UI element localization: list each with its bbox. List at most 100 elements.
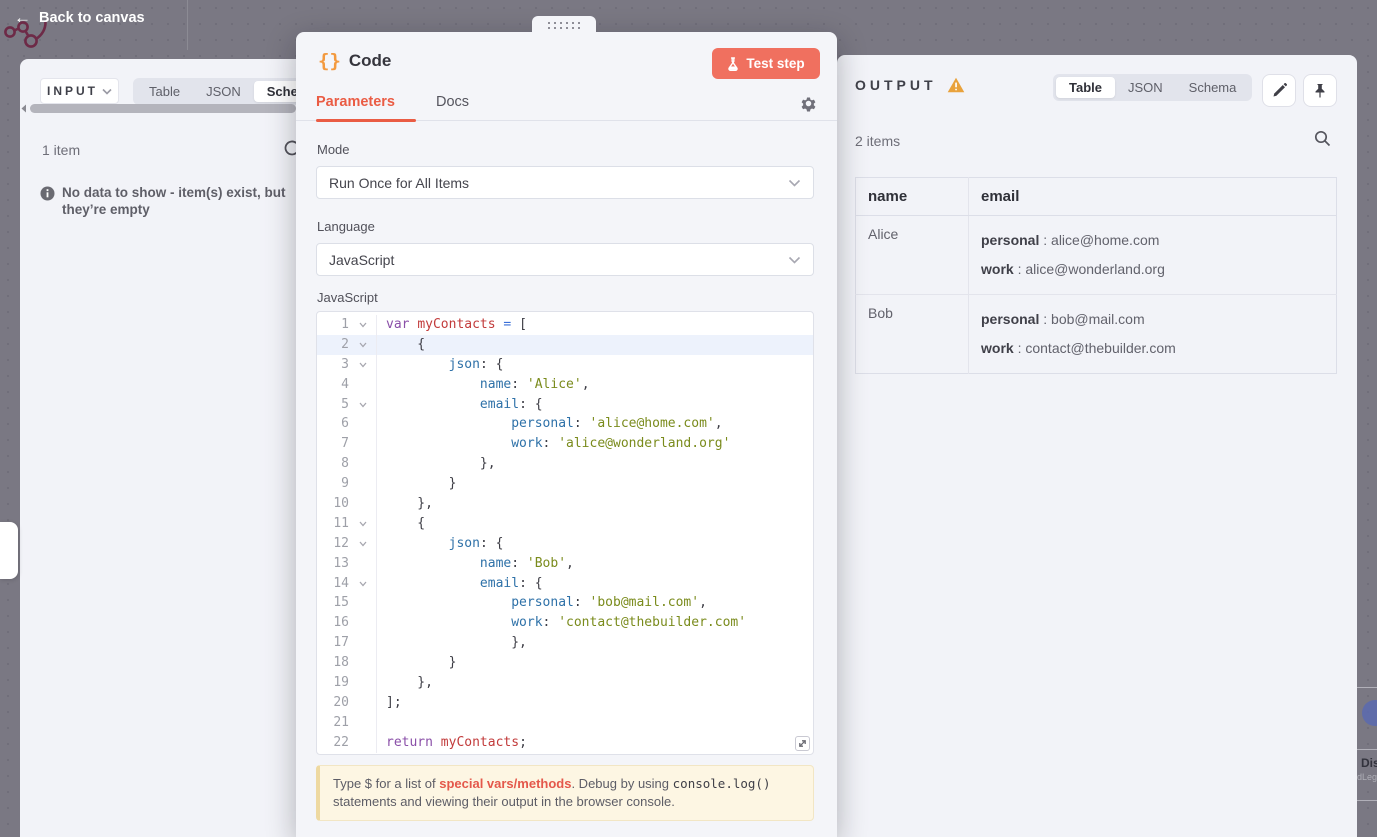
- editor-resize-grip[interactable]: [795, 736, 810, 751]
- flask-icon: [728, 56, 739, 71]
- editor-gutter: 4: [317, 374, 377, 395]
- modal-drag-handle[interactable]: [532, 16, 596, 34]
- code-line[interactable]: 12 json: {: [317, 533, 813, 554]
- gear-icon[interactable]: [800, 95, 817, 112]
- code-editor[interactable]: 1 var myContacts = [2 {3 json: {4 name: '…: [316, 311, 814, 755]
- editor-gutter: 3: [317, 354, 377, 375]
- editor-gutter: 13: [317, 553, 377, 574]
- editor-label: JavaScript: [317, 290, 378, 305]
- test-step-button[interactable]: Test step: [712, 48, 820, 79]
- code-text: {: [386, 336, 426, 352]
- code-line[interactable]: 17 },: [317, 633, 813, 654]
- code-text: },: [386, 456, 496, 472]
- input-items-count: 1 item: [42, 142, 81, 158]
- code-line[interactable]: 6 personal: 'alice@home.com',: [317, 414, 813, 435]
- fold-chevron-icon[interactable]: [353, 514, 373, 534]
- code-line[interactable]: 18 }: [317, 653, 813, 674]
- chevron-down-icon: [788, 179, 801, 187]
- node-title: Code: [348, 51, 392, 70]
- test-step-label: Test step: [746, 56, 805, 71]
- editor-gutter: 16: [317, 613, 377, 634]
- code-line[interactable]: 8 },: [317, 454, 813, 475]
- input-empty-message: No data to show - item(s) exist, but the…: [40, 185, 290, 219]
- line-number: 5: [341, 396, 349, 412]
- tab-table[interactable]: Table: [1056, 77, 1115, 98]
- line-number: 2: [341, 336, 349, 352]
- tab-schema[interactable]: Schema: [1176, 77, 1250, 98]
- code-line[interactable]: 5 email: {: [317, 394, 813, 415]
- mode-select[interactable]: Run Once for All Items: [316, 166, 814, 199]
- code-line[interactable]: 21: [317, 712, 813, 733]
- editor-gutter: 22: [317, 732, 377, 753]
- code-line[interactable]: 15 personal: 'bob@mail.com',: [317, 593, 813, 614]
- horizontal-scrollbar[interactable]: [30, 104, 296, 113]
- tab-json[interactable]: JSON: [193, 81, 254, 102]
- code-line[interactable]: 11 {: [317, 513, 813, 534]
- code-line[interactable]: 1 var myContacts = [: [317, 315, 813, 335]
- column-header-name: name: [855, 177, 969, 216]
- code-text: json: {: [448, 535, 504, 551]
- code-line[interactable]: 2 {: [317, 334, 813, 355]
- fold-chevron-icon[interactable]: [353, 315, 373, 335]
- input-panel: INPUT Table JSON Schema 1 item No data to …: [20, 59, 333, 837]
- code-text: work: 'contact@thebuilder.com': [511, 615, 747, 631]
- code-text: work: 'alice@wonderland.org': [511, 436, 731, 452]
- code-line[interactable]: 22 return myContacts;: [317, 732, 813, 753]
- code-line[interactable]: 20];: [317, 692, 813, 713]
- search-icon[interactable]: [1314, 130, 1331, 147]
- code-text: return myContacts;: [386, 734, 527, 750]
- edit-output-button[interactable]: [1262, 74, 1296, 107]
- line-number: 12: [333, 535, 349, 551]
- console-log-code: console.log(): [672, 776, 771, 791]
- tab-json[interactable]: JSON: [1115, 77, 1176, 98]
- line-number: 21: [333, 714, 349, 730]
- special-vars-link[interactable]: special vars/methods: [439, 776, 571, 791]
- tab-table[interactable]: Table: [136, 81, 193, 102]
- code-line[interactable]: 13 name: 'Bob',: [317, 553, 813, 574]
- code-line[interactable]: 19 },: [317, 673, 813, 693]
- code-line[interactable]: 7 work: 'alice@wonderland.org': [317, 434, 813, 455]
- code-node-icon: {}: [318, 50, 341, 72]
- line-number: 11: [333, 515, 349, 531]
- fold-chevron-icon[interactable]: [353, 335, 373, 355]
- modal-tab-bar: Parameters Docs: [296, 88, 837, 122]
- fragment-text-primary: Dis: [1361, 756, 1377, 770]
- mode-label: Mode: [317, 142, 350, 157]
- input-selector-dropdown[interactable]: INPUT: [40, 78, 119, 104]
- tab-docs[interactable]: Docs: [436, 94, 469, 110]
- scroll-left-arrow-icon[interactable]: [20, 104, 28, 113]
- cell-name: Bob: [855, 294, 969, 374]
- editor-gutter: 2: [317, 334, 377, 355]
- tab-parameters[interactable]: Parameters: [316, 94, 395, 110]
- code-text: },: [386, 635, 527, 651]
- code-line[interactable]: 14 email: {: [317, 573, 813, 594]
- line-number: 19: [333, 675, 349, 691]
- code-line[interactable]: 4 name: 'Alice',: [317, 374, 813, 395]
- email-entry: work : contact@thebuilder.com: [981, 340, 1176, 356]
- fold-chevron-icon[interactable]: [353, 395, 373, 415]
- pin-output-button[interactable]: [1303, 74, 1337, 107]
- cell-name: Alice: [855, 215, 969, 295]
- output-items-count: 2 items: [855, 133, 901, 149]
- workflow-logo-icon: [4, 21, 47, 48]
- warning-icon: [947, 77, 964, 93]
- left-edge-tab[interactable]: [0, 522, 18, 579]
- code-line[interactable]: 9 }: [317, 474, 813, 495]
- fold-chevron-icon[interactable]: [353, 534, 373, 554]
- code-line[interactable]: 16 work: 'contact@thebuilder.com': [317, 613, 813, 634]
- code-line[interactable]: 10 },: [317, 494, 813, 514]
- editor-gutter: 9: [317, 474, 377, 495]
- fragment-text-secondary: dLega: [1357, 772, 1377, 782]
- language-select[interactable]: JavaScript: [316, 243, 814, 276]
- background-canvas-card: Dis dLega: [1357, 680, 1377, 810]
- code-line[interactable]: 3 json: {: [317, 354, 813, 375]
- fold-chevron-icon[interactable]: [353, 355, 373, 375]
- editor-gutter: 18: [317, 653, 377, 674]
- output-data-table: name email Alice personal : alice@home.com…: [855, 177, 1337, 374]
- fold-chevron-icon[interactable]: [353, 574, 373, 594]
